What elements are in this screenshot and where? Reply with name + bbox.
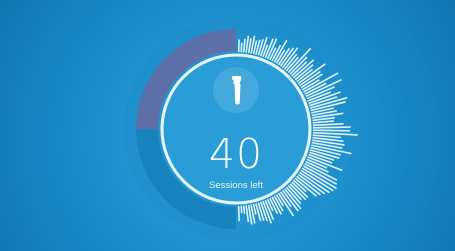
sessions-left-label: Sessions left: [209, 180, 263, 191]
sessions-left-count: 40: [208, 130, 264, 178]
brush-head-status-screen: 40 Sessions left: [0, 0, 455, 251]
wave-bar: [242, 205, 246, 214]
sessions-ring-visualization: [124, 17, 358, 241]
wave-bar: [312, 126, 351, 129]
wave-bar: [237, 205, 240, 222]
brush-head-icon: [213, 67, 259, 113]
wave-bar: [240, 42, 243, 53]
wave-bar: [312, 129, 350, 132]
wave-bar: [240, 205, 243, 214]
